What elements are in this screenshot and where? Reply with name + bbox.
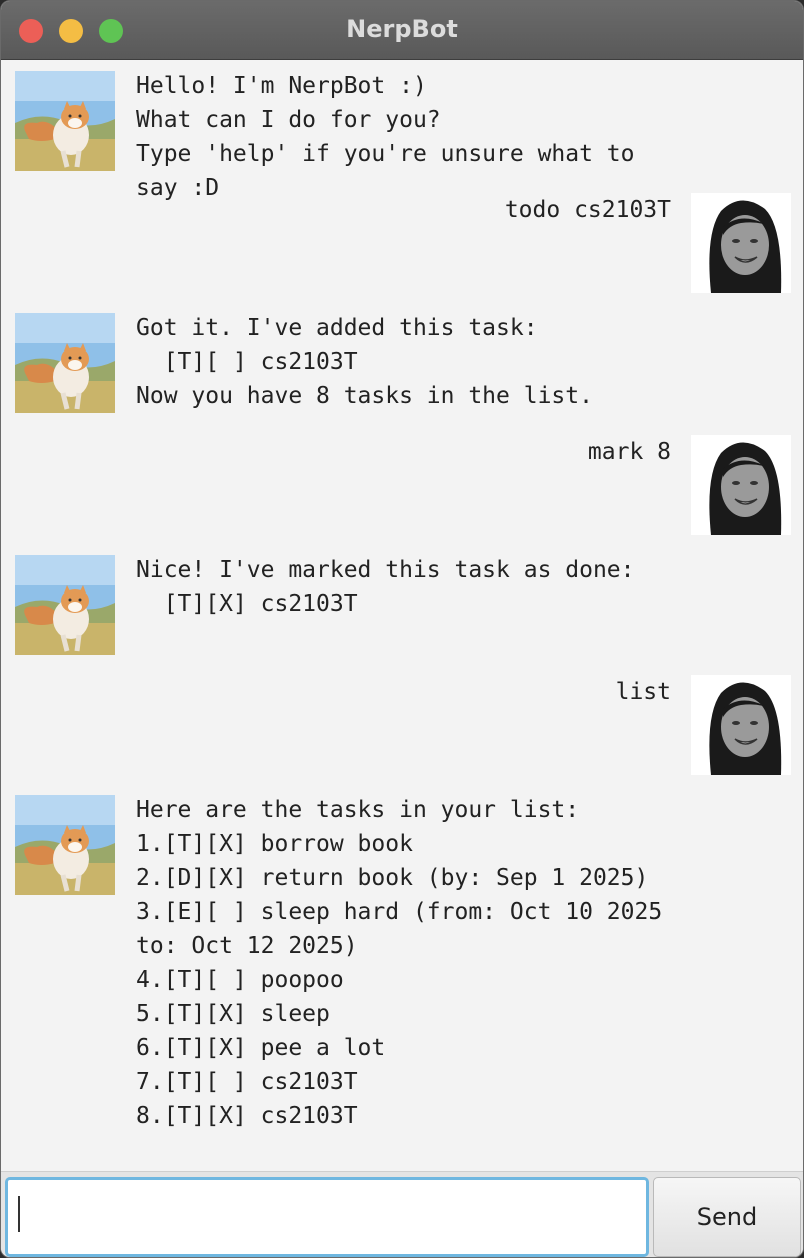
dialog-row-bot: Here are the tasks in your list: 1.[T][X… <box>1 783 803 1163</box>
dialog-row-bot: Hello! I'm NerpBot :) What can I do for … <box>1 59 803 201</box>
dialog-row-bot: Got it. I've added this task: [T][ ] cs2… <box>1 301 803 423</box>
user-message: todo cs2103T <box>504 197 671 223</box>
window-title: NerpBot <box>346 15 458 43</box>
bot-message: Nice! I've marked this task as done: [T]… <box>136 557 635 617</box>
user-message: mark 8 <box>587 439 671 465</box>
input-bar: Send <box>1 1171 803 1257</box>
bot-message: Hello! I'm NerpBot :) What can I do for … <box>136 73 635 201</box>
user-portrait-icon <box>691 435 791 535</box>
chat-scroll-area[interactable]: Hello! I'm NerpBot :) What can I do for … <box>1 59 803 1171</box>
cat-avatar-icon <box>15 313 115 413</box>
bot-message: Got it. I've added this task: [T][ ] cs2… <box>136 315 593 409</box>
title-bar: NerpBot <box>1 1 803 60</box>
app-window: NerpBot Hello! I'm NerpBot:) What can I… <box>0 0 804 1258</box>
text-caret <box>18 1196 20 1232</box>
dialog-row-user: todo cs2103T <box>1 193 803 293</box>
cat-avatar-icon <box>15 795 115 895</box>
dialog-row-user: list <box>1 675 803 775</box>
user-portrait-icon <box>691 193 791 293</box>
cat-avatar-icon <box>15 71 115 171</box>
user-message: list <box>615 679 671 705</box>
dialog-row-bot: Nice! I've marked this task as done: [T]… <box>1 543 803 665</box>
bot-message: Here are the tasks in your list: 1.[T][X… <box>136 797 663 1129</box>
cat-avatar-icon <box>15 555 115 655</box>
message-input[interactable] <box>5 1177 649 1257</box>
user-portrait-icon <box>691 675 791 775</box>
dialog-row-user: mark 8 <box>1 435 803 535</box>
send-button[interactable]: Send <box>653 1177 801 1257</box>
